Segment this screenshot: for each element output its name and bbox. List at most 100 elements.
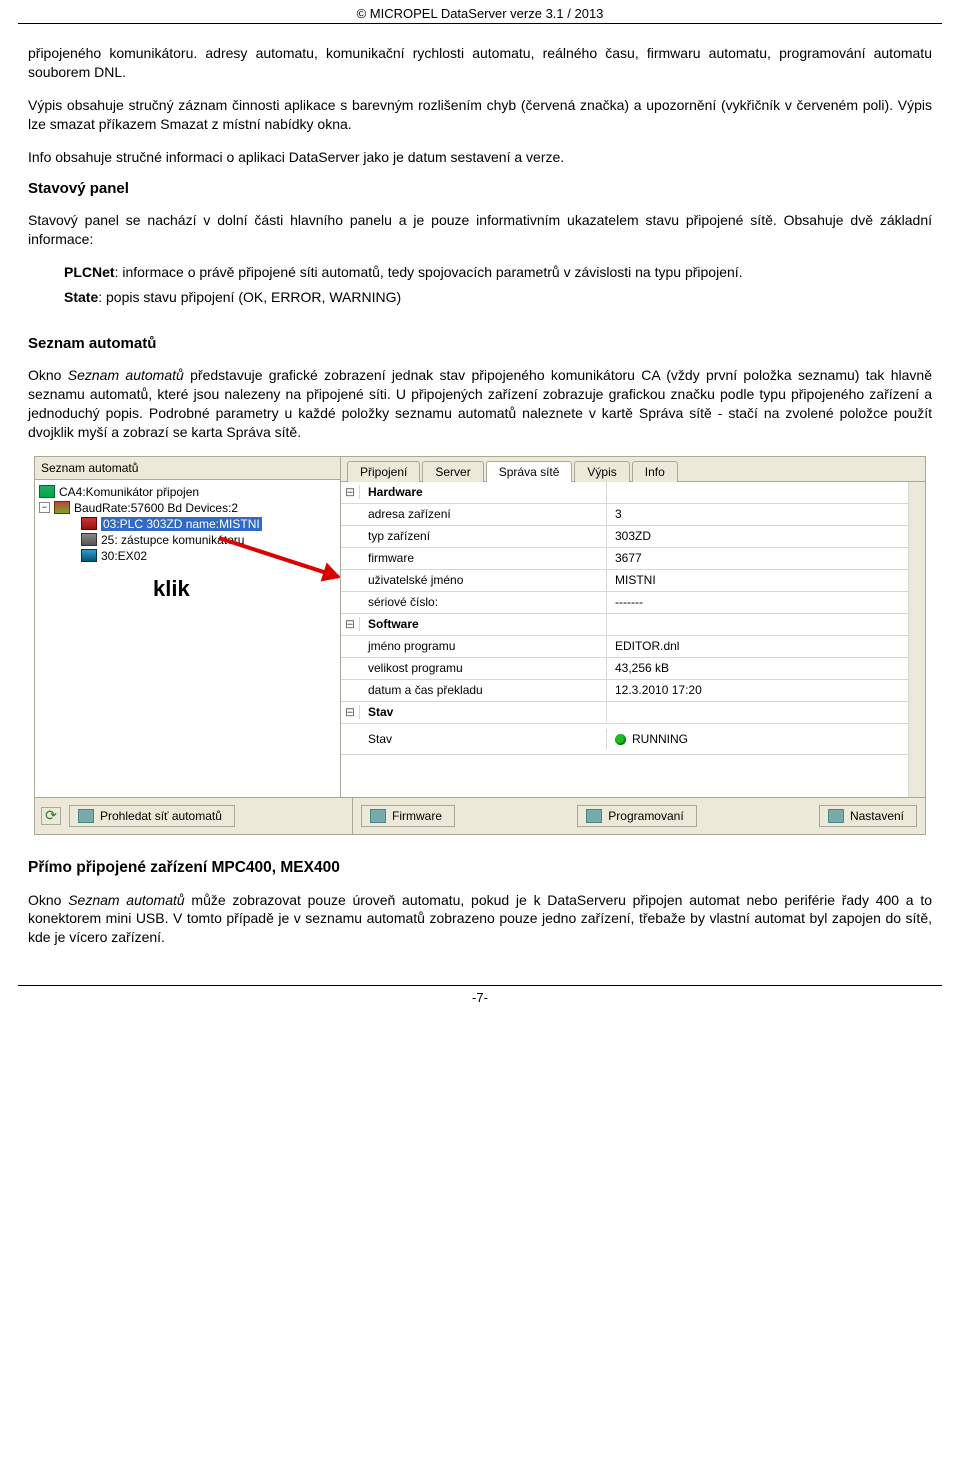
- button-label: Programovaní: [608, 809, 683, 823]
- state-text: : popis stavu připojení (OK, ERROR, WARN…: [98, 289, 401, 305]
- heading-stavovy-panel: Stavový panel: [28, 180, 932, 197]
- device-tree[interactable]: CA4:Komunikátor připojen − BaudRate:5760…: [35, 480, 340, 797]
- plc-icon: [81, 517, 97, 530]
- prop-value: 3: [607, 504, 908, 524]
- intro-paragraph-3: Info obsahuje stručné informaci o aplika…: [28, 148, 932, 167]
- grid-row[interactable]: uživatelské jménoMISTNI: [341, 570, 908, 592]
- grid-row[interactable]: datum a čas překladu12.3.2010 17:20: [341, 680, 908, 702]
- firmware-icon: [370, 809, 386, 823]
- header-rule: [18, 23, 942, 24]
- seznam-p1a: Okno: [28, 367, 68, 383]
- tab-server[interactable]: Server: [422, 461, 483, 482]
- grid-group-hardware[interactable]: ⊟ Hardware: [341, 482, 908, 504]
- prop-label: adresa zařízení: [360, 504, 607, 524]
- device-icon: [39, 485, 55, 498]
- firmware-button[interactable]: Firmware: [361, 805, 455, 827]
- group-label: Hardware: [360, 482, 607, 502]
- scan-icon: [78, 809, 94, 823]
- tab-sprava-site[interactable]: Správa sítě: [486, 461, 573, 482]
- prop-label: uživatelské jméno: [360, 570, 607, 590]
- prop-label: velikost programu: [360, 658, 607, 678]
- settings-button[interactable]: Nastavení: [819, 805, 917, 827]
- prop-label: firmware: [360, 548, 607, 568]
- embedded-app-window: Seznam automatů CA4:Komunikátor připojen…: [34, 456, 926, 835]
- refresh-button[interactable]: ⟳: [41, 807, 61, 825]
- device-tree-panel: Seznam automatů CA4:Komunikátor připojen…: [35, 457, 341, 797]
- grid-row[interactable]: firmware3677: [341, 548, 908, 570]
- button-label: Firmware: [392, 809, 442, 823]
- ex-icon: [81, 549, 97, 562]
- programming-button[interactable]: Programovaní: [577, 805, 696, 827]
- button-label: Nastavení: [850, 809, 904, 823]
- tree-row-bus[interactable]: − BaudRate:57600 Bd Devices:2: [37, 500, 338, 516]
- tree-label: BaudRate:57600 Bd Devices:2: [74, 501, 238, 515]
- stav-paragraph: Stavový panel se nachází v dolní části h…: [28, 211, 932, 249]
- grid-row[interactable]: velikost programu43,256 kB: [341, 658, 908, 680]
- tree-row-proxy[interactable]: 25: zástupce komunikátoru: [37, 532, 338, 548]
- tab-info[interactable]: Info: [632, 461, 678, 482]
- collapse-icon[interactable]: −: [39, 502, 50, 513]
- tree-row-ca[interactable]: CA4:Komunikátor připojen: [37, 484, 338, 500]
- grid-row[interactable]: typ zařízení303ZD: [341, 526, 908, 548]
- prop-value: 12.3.2010 17:20: [607, 680, 908, 700]
- seznam-p1-em: Seznam automatů: [68, 367, 184, 383]
- mpc-p1-em: Seznam automatů: [68, 892, 184, 908]
- grid-row[interactable]: jméno programuEDITOR.dnl: [341, 636, 908, 658]
- grid-row-status[interactable]: Stav RUNNING: [341, 724, 908, 755]
- settings-icon: [828, 809, 844, 823]
- device-tree-title: Seznam automatů: [35, 457, 340, 480]
- tree-label: CA4:Komunikátor připojen: [59, 485, 199, 499]
- state-label: State: [64, 289, 98, 305]
- mpc-paragraph: Okno Seznam automatů může zobrazovat pou…: [28, 891, 932, 948]
- seznam-paragraph: Okno Seznam automatů představuje grafick…: [28, 366, 932, 442]
- programming-icon: [586, 809, 602, 823]
- prop-value: EDITOR.dnl: [607, 636, 908, 656]
- plcnet-line: PLCNet: informace o právě připojené síti…: [28, 263, 932, 282]
- prop-label: Stav: [360, 729, 607, 749]
- prop-value: -------: [607, 592, 908, 612]
- state-line: State: popis stavu připojení (OK, ERROR,…: [28, 288, 932, 307]
- grid-group-software[interactable]: ⊟ Software: [341, 614, 908, 636]
- tab-bar: Připojení Server Správa sítě Výpis Info: [341, 457, 925, 482]
- grid-row[interactable]: adresa zařízení3: [341, 504, 908, 526]
- prop-value: 43,256 kB: [607, 658, 908, 678]
- bus-icon: [54, 501, 70, 514]
- mpc-p1a: Okno: [28, 892, 68, 908]
- tree-row-plc-selected[interactable]: 03:PLC 303ZD name:MISTNI: [37, 516, 338, 532]
- prop-value: 303ZD: [607, 526, 908, 546]
- heading-mpc400: Přímo připojené zařízení MPC400, MEX400: [28, 859, 932, 877]
- prop-value: MISTNI: [607, 570, 908, 590]
- intro-paragraph-1: připojeného komunikátoru. adresy automat…: [28, 44, 932, 82]
- tab-vypis[interactable]: Výpis: [574, 461, 629, 482]
- tree-label: 03:PLC 303ZD name:MISTNI: [101, 517, 262, 531]
- properties-panel: Připojení Server Správa sítě Výpis Info …: [341, 457, 925, 797]
- prop-label: typ zařízení: [360, 526, 607, 546]
- button-label: Prohledat síť automatů: [100, 809, 222, 823]
- copyright-header: © MICROPEL DataServer verze 3.1 / 2013: [18, 0, 942, 23]
- prop-label: jméno programu: [360, 636, 607, 656]
- prop-label: datum a čas překladu: [360, 680, 607, 700]
- app-toolbar: ⟳ Prohledat síť automatů Firmware Progra…: [35, 797, 925, 834]
- plcnet-label: PLCNet: [64, 264, 115, 280]
- group-label: Stav: [360, 702, 607, 722]
- status-running-icon: [615, 734, 626, 745]
- grid-row[interactable]: sériové číslo:-------: [341, 592, 908, 614]
- prop-value: 3677: [607, 548, 908, 568]
- group-label: Software: [360, 614, 607, 634]
- property-grid[interactable]: ⊟ Hardware adresa zařízení3 typ zařízení…: [341, 482, 908, 797]
- grid-group-stav[interactable]: ⊟ Stav: [341, 702, 908, 724]
- plcnet-text: : informace o právě připojené síti autom…: [115, 264, 743, 280]
- collapse-icon[interactable]: ⊟: [341, 485, 360, 499]
- page-number: -7-: [18, 990, 942, 1015]
- scan-network-button[interactable]: Prohledat síť automatů: [69, 805, 235, 827]
- vertical-scrollbar[interactable]: [908, 482, 925, 797]
- proxy-icon: [81, 533, 97, 546]
- tree-label: 30:EX02: [101, 549, 147, 563]
- collapse-icon[interactable]: ⊟: [341, 705, 360, 719]
- collapse-icon[interactable]: ⊟: [341, 617, 360, 631]
- klik-annotation: klik: [153, 576, 190, 602]
- tab-pripojeni[interactable]: Připojení: [347, 461, 420, 482]
- heading-seznam-automatu: Seznam automatů: [28, 335, 932, 352]
- footer-rule: [18, 985, 942, 986]
- prop-label: sériové číslo:: [360, 592, 607, 612]
